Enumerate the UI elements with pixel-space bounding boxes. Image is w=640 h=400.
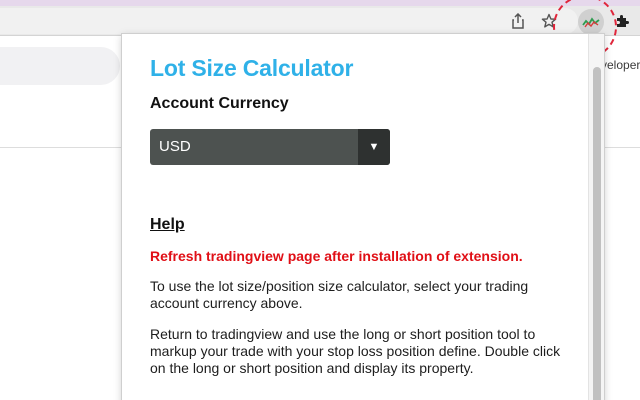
help-paragraph-1: To use the lot size/position size calcul… (150, 278, 529, 311)
page-search-field[interactable] (0, 47, 120, 85)
popup-scrollbar[interactable] (588, 34, 604, 400)
page-nav-link[interactable]: veloper (601, 58, 640, 72)
address-bar[interactable] (0, 8, 578, 34)
extension-popup: Lot Size Calculator Account Currency USD… (122, 34, 604, 400)
dropdown-arrow-icon[interactable]: ▼ (358, 129, 390, 165)
account-currency-label: Account Currency (150, 95, 289, 112)
popup-content: Lot Size Calculator Account Currency USD… (150, 34, 570, 377)
refresh-warning: Refresh tradingview page after installat… (150, 248, 523, 264)
browser-toolbar (0, 6, 640, 36)
account-currency-select[interactable]: USD ▼ (150, 129, 390, 165)
app-title: Lot Size Calculator (150, 55, 354, 81)
currency-selected-value: USD (159, 138, 191, 155)
scrollbar-thumb[interactable] (593, 67, 601, 400)
help-heading: Help (150, 216, 185, 233)
help-paragraph-2: Return to tradingview and use the long o… (150, 326, 561, 376)
share-icon[interactable] (507, 10, 529, 32)
